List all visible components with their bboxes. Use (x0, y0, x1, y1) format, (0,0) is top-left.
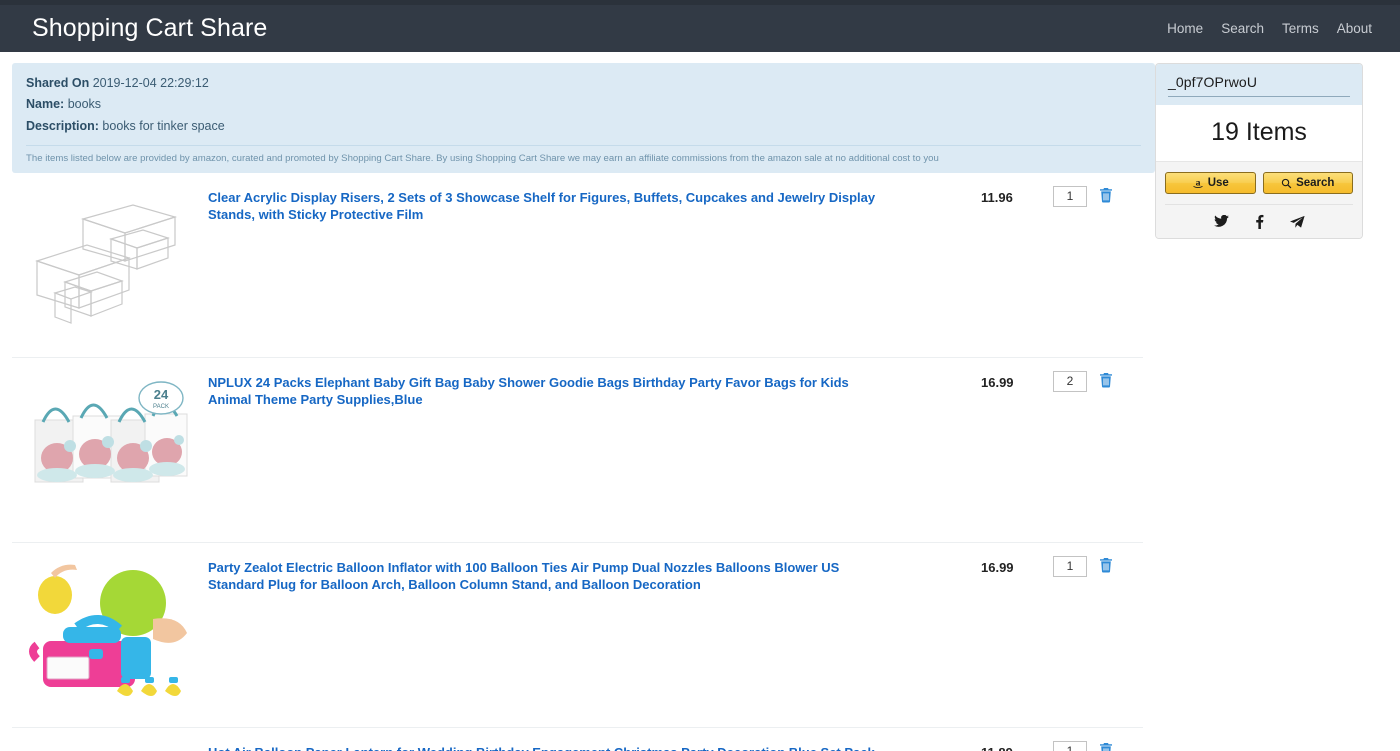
search-button-label: Search (1296, 177, 1335, 189)
quantity-input[interactable] (1053, 555, 1087, 577)
product-thumbnail[interactable] (12, 183, 208, 333)
telegram-icon (1289, 215, 1305, 228)
svg-text:a: a (1195, 177, 1200, 188)
share-info-panel: Shared On 2019-12-04 22:29:12 Name: book… (12, 63, 1155, 173)
delete-wrap (1099, 183, 1143, 208)
trash-icon (1100, 557, 1112, 573)
search-cart-button[interactable]: Search (1262, 172, 1353, 194)
use-cart-button[interactable]: a Use (1165, 172, 1256, 194)
pack-badge-label: PACK (153, 404, 169, 410)
description-label: Description: (26, 118, 99, 133)
product-title-link[interactable]: Party Zealot Electric Balloon Inflator w… (208, 559, 880, 593)
share-card: _0pf7OPrwoU 19 Items a Use Search (1155, 63, 1363, 239)
amazon-icon: a (1192, 177, 1203, 188)
shared-on-label: Shared On (26, 76, 90, 90)
quantity-input[interactable] (1053, 370, 1087, 392)
twitter-icon (1213, 214, 1229, 227)
nav-terms[interactable]: Terms (1282, 21, 1319, 36)
page-body: Shared On 2019-12-04 22:29:12 Name: book… (0, 52, 1400, 751)
item-count-area: 19 Items (1156, 105, 1362, 162)
description-row: Description: books for tinker space (26, 116, 1141, 145)
balloon-inflator-image (29, 564, 187, 696)
main-nav: Home Search Terms About (1167, 21, 1372, 36)
share-twitter-button[interactable] (1213, 214, 1229, 228)
paper-lantern-image (25, 742, 195, 751)
product-info: Party Zealot Electric Balloon Inflator w… (208, 553, 981, 593)
item-list: Clear Acrylic Display Risers, 2 Sets of … (0, 173, 1143, 751)
elephant-gift-bags-image: 24 PACK (34, 380, 188, 483)
share-telegram-button[interactable] (1289, 215, 1305, 229)
action-button-row: a Use Search (1165, 172, 1353, 194)
name-value: books (67, 97, 102, 112)
product-thumbnail[interactable] (12, 553, 208, 703)
share-actions: a Use Search (1156, 162, 1362, 238)
quantity-input[interactable] (1053, 740, 1087, 751)
product-title-link[interactable]: NPLUX 24 Packs Elephant Baby Gift Bag Ba… (208, 374, 880, 408)
table-row: Hot Air Balloon Paper Lantern for Weddin… (12, 728, 1143, 751)
facebook-icon (1255, 214, 1263, 229)
delete-item-button[interactable] (1099, 557, 1113, 573)
trash-icon (1100, 742, 1112, 751)
quantity-wrap (1053, 368, 1099, 392)
delete-wrap (1099, 368, 1143, 393)
product-price: 16.99 (981, 559, 1014, 575)
shared-on-row: Shared On 2019-12-04 22:29:12 (26, 73, 1141, 94)
name-row: Name: books (26, 94, 1141, 115)
description-value: books for tinker space (102, 118, 225, 133)
delete-item-button[interactable] (1099, 372, 1113, 388)
product-price: 11.89 (981, 738, 1053, 751)
quantity-wrap (1053, 183, 1099, 207)
product-title-link[interactable]: Clear Acrylic Display Risers, 2 Sets of … (208, 189, 880, 223)
product-thumbnail[interactable] (12, 738, 208, 751)
nav-home[interactable]: Home (1167, 21, 1203, 36)
product-info: Hot Air Balloon Paper Lantern for Weddin… (208, 738, 981, 751)
quantity-input[interactable] (1053, 185, 1087, 207)
use-button-label: Use (1207, 177, 1229, 189)
name-label: Name: (26, 97, 65, 112)
nav-search[interactable]: Search (1221, 21, 1264, 36)
product-price: 16.99 (981, 374, 1014, 390)
app-title: Shopping Cart Share (32, 14, 268, 42)
product-info: Clear Acrylic Display Risers, 2 Sets of … (208, 183, 981, 223)
delete-item-button[interactable] (1099, 742, 1113, 751)
quantity-wrap (1053, 553, 1099, 577)
delete-wrap (1099, 738, 1143, 751)
acrylic-risers-image (35, 203, 178, 324)
share-facebook-button[interactable] (1255, 214, 1264, 229)
product-thumbnail[interactable]: 24 PACK (12, 368, 208, 518)
quantity-wrap (1053, 738, 1099, 751)
affiliate-disclaimer: The items listed below are provided by a… (26, 153, 939, 165)
share-code-input[interactable]: _0pf7OPrwoU (1168, 74, 1350, 97)
product-price: 11.96 (981, 189, 1013, 205)
social-share-row (1165, 204, 1353, 229)
trash-icon (1100, 187, 1112, 203)
pack-badge-count: 24 (154, 387, 169, 402)
delete-item-button[interactable] (1099, 187, 1113, 203)
search-icon (1281, 178, 1292, 188)
nav-about[interactable]: About (1337, 21, 1372, 36)
left-column: Shared On 2019-12-04 22:29:12 Name: book… (0, 52, 1155, 751)
share-code-area: _0pf7OPrwoU (1156, 64, 1362, 105)
item-count-label: 19 Items (1211, 118, 1307, 146)
right-column: _0pf7OPrwoU 19 Items a Use Search (1155, 52, 1400, 239)
trash-icon (1100, 372, 1112, 388)
product-info: NPLUX 24 Packs Elephant Baby Gift Bag Ba… (208, 368, 981, 408)
shared-on-value: 2019-12-04 22:29:12 (92, 76, 209, 90)
table-row: Clear Acrylic Display Risers, 2 Sets of … (12, 173, 1143, 358)
table-row: 24 PACK NPLUX 24 Packs Elephant Baby Gif… (12, 358, 1143, 543)
delete-wrap (1099, 553, 1143, 578)
product-title-link[interactable]: Hot Air Balloon Paper Lantern for Weddin… (208, 744, 880, 751)
table-row: Party Zealot Electric Balloon Inflator w… (12, 543, 1143, 728)
app-header: Shopping Cart Share Home Search Terms Ab… (0, 5, 1400, 52)
